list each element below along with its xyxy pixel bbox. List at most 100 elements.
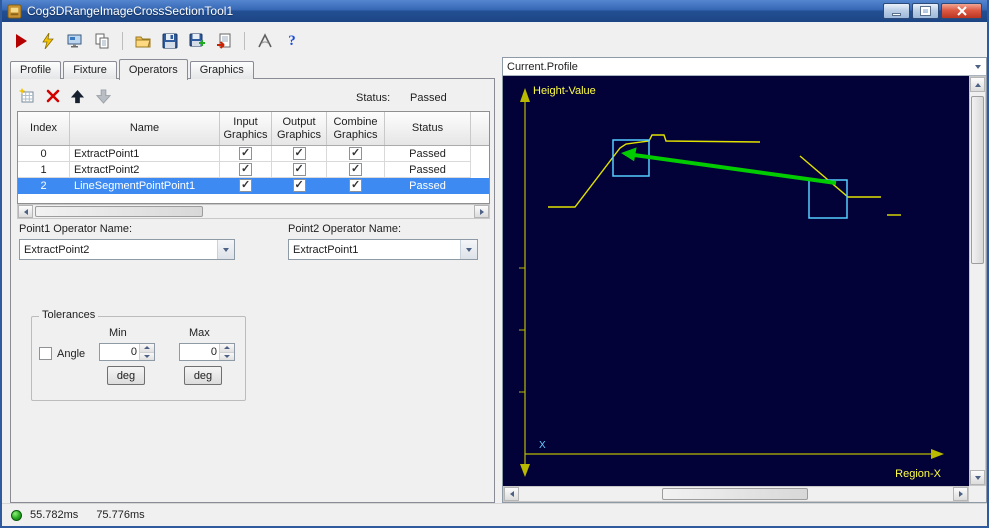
scroll-left-button[interactable]: [18, 205, 33, 218]
scroll-left-button[interactable]: [504, 487, 519, 501]
plot-hscrollbar[interactable]: [503, 486, 969, 502]
y-axis-label: Height-Value: [533, 85, 596, 97]
tab-label: Graphics: [199, 64, 244, 76]
line-segment-graphic: [633, 153, 837, 185]
output-graphics-checkbox-icon[interactable]: [292, 146, 306, 160]
chevron-down-icon[interactable]: [975, 64, 981, 69]
add-operator-button[interactable]: [17, 86, 37, 106]
spin-down-button[interactable]: [220, 352, 234, 360]
point1-operator-combo[interactable]: ExtractPoint2: [19, 239, 235, 260]
move-down-button[interactable]: [93, 86, 113, 106]
angle-checkbox[interactable]: [39, 347, 52, 360]
arrow-down-icon: [224, 354, 230, 358]
column-header[interactable]: Name: [70, 112, 220, 145]
tab-profile[interactable]: Profile: [10, 61, 62, 79]
max-unit-button[interactable]: deg: [184, 366, 222, 385]
column-header[interactable]: Index: [18, 112, 70, 145]
line-segment-arrowhead-icon: [621, 147, 637, 162]
name-cell: ExtractPoint1: [70, 146, 220, 162]
protractor-icon: [258, 33, 272, 48]
combine-graphics-checkbox-icon[interactable]: [349, 178, 362, 192]
input-graphics-checkbox-icon[interactable]: [239, 162, 252, 176]
table-row[interactable]: 0 ExtractPoint1 Passed: [18, 146, 489, 162]
tab-fixture[interactable]: Fixture: [63, 61, 117, 79]
arrow-left-icon: [23, 208, 28, 215]
tab-operators[interactable]: Operators: [118, 59, 188, 80]
column-header[interactable]: Input Graphics: [220, 112, 272, 145]
angle-min-spinner[interactable]: 0: [99, 343, 155, 361]
x-axis-arrow-icon: [931, 449, 944, 459]
scroll-down-button[interactable]: [970, 470, 985, 485]
scrollbar-thumb[interactable]: [35, 206, 203, 217]
electric-run-button[interactable]: [37, 30, 59, 52]
import-button[interactable]: [213, 30, 235, 52]
tab-graphics[interactable]: Graphics: [189, 61, 254, 79]
total-time: 75.776ms: [96, 509, 145, 521]
save-results-button[interactable]: [186, 30, 208, 52]
move-up-button[interactable]: [67, 86, 87, 106]
angle-max-spinner[interactable]: 0: [179, 343, 235, 361]
display-tool-button[interactable]: [64, 30, 86, 52]
spin-up-button[interactable]: [220, 344, 234, 353]
save-button[interactable]: [159, 30, 181, 52]
spin-down-button[interactable]: [140, 352, 154, 360]
maximize-icon: [921, 7, 930, 15]
arrow-up-icon: [974, 82, 981, 87]
scrollbar-thumb[interactable]: [662, 488, 808, 500]
input-graphics-checkbox-icon[interactable]: [239, 146, 252, 160]
delete-operator-button[interactable]: [43, 86, 63, 106]
scroll-up-button[interactable]: [970, 77, 985, 92]
measure-button[interactable]: [254, 30, 276, 52]
table-row-selected[interactable]: 2 LineSegmentPointPoint1 Passed: [18, 178, 489, 194]
titlebar[interactable]: Cog3DRangeImageCrossSectionTool1: [2, 0, 987, 22]
output-graphics-checkbox-icon[interactable]: [292, 162, 306, 176]
table-row[interactable]: 1 ExtractPoint2 Passed: [18, 162, 489, 178]
scroll-right-button[interactable]: [953, 487, 968, 501]
run-button[interactable]: [10, 30, 32, 52]
y-axis-down-arrow-icon: [520, 464, 530, 477]
table-hscrollbar[interactable]: [17, 204, 490, 219]
input-graphics-checkbox-icon[interactable]: [239, 178, 252, 192]
import-icon: [217, 33, 231, 49]
column-header[interactable]: Status: [385, 112, 471, 145]
max-label: Max: [189, 327, 210, 339]
arrow-right-icon: [958, 491, 963, 497]
name-cell: ExtractPoint2: [70, 162, 220, 178]
open-button[interactable]: [132, 30, 154, 52]
deg-label: deg: [193, 369, 213, 382]
app-icon[interactable]: [7, 3, 22, 19]
spin-up-button[interactable]: [140, 344, 154, 353]
combine-graphics-checkbox-icon[interactable]: [349, 162, 362, 176]
scrollbar-thumb[interactable]: [971, 96, 984, 264]
help-button[interactable]: ?: [281, 30, 303, 52]
plot-vscrollbar[interactable]: [969, 76, 986, 486]
scroll-right-button[interactable]: [474, 205, 489, 218]
status-value: Passed: [410, 92, 447, 104]
point2-marker[interactable]: [808, 179, 848, 219]
name-cell: LineSegmentPointPoint1: [70, 178, 220, 194]
arrow-up-icon: [70, 89, 84, 103]
copy-results-button[interactable]: [91, 30, 113, 52]
lightning-icon: [42, 33, 54, 49]
point2-operator-combo[interactable]: ExtractPoint1: [288, 239, 478, 260]
tab-strip: Profile Fixture Operators Graphics: [10, 59, 256, 80]
column-header[interactable]: Combine Graphics: [327, 112, 385, 145]
arrow-right-icon: [479, 208, 484, 215]
chevron-down-icon[interactable]: [217, 240, 234, 259]
save-plus-icon: [189, 33, 205, 47]
angle-max-value: 0: [210, 346, 217, 358]
record-selector-combo[interactable]: Current.Profile: [503, 58, 986, 76]
profile-plot-display[interactable]: Height-Value Region-X X: [503, 76, 969, 486]
min-unit-button[interactable]: deg: [107, 366, 145, 385]
open-folder-icon: [135, 36, 151, 48]
chevron-down-icon[interactable]: [460, 240, 477, 259]
combine-graphics-checkbox-icon[interactable]: [349, 146, 362, 160]
column-header[interactable]: Output Graphics: [272, 112, 327, 145]
minimize-button[interactable]: [883, 3, 910, 19]
copy-icon: [95, 33, 109, 49]
status-cell: Passed: [385, 146, 471, 162]
output-graphics-checkbox-icon[interactable]: [292, 178, 306, 192]
close-button[interactable]: [941, 3, 982, 19]
maximize-button[interactable]: [912, 3, 939, 19]
tolerances-groupbox: Tolerances Min Max Angle 0 0 deg deg: [31, 309, 246, 401]
